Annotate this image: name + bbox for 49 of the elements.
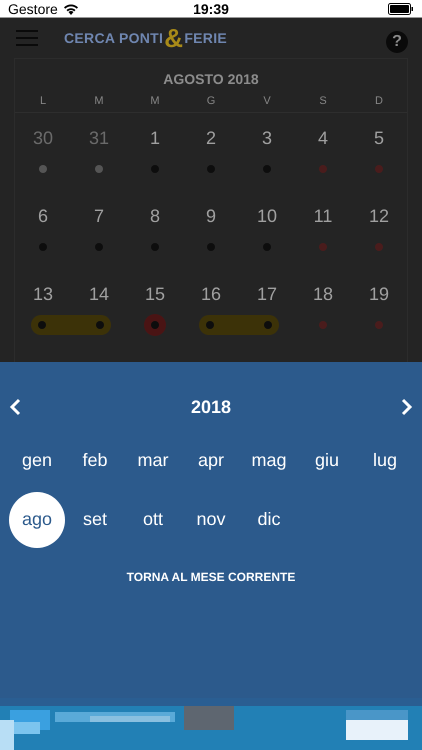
day-number[interactable]: 11 bbox=[314, 206, 332, 232]
day-number[interactable]: 7 bbox=[94, 206, 104, 232]
day-number[interactable]: 18 bbox=[312, 284, 334, 310]
month-option[interactable]: dic bbox=[241, 492, 297, 548]
month-option[interactable]: gen bbox=[9, 432, 65, 488]
day-number[interactable]: 17 bbox=[256, 284, 278, 310]
weekday-label: L bbox=[38, 95, 48, 107]
day-number[interactable]: 8 bbox=[150, 206, 160, 232]
help-button[interactable]: ? bbox=[386, 31, 408, 54]
current-month-button[interactable]: TORNA AL MESE CORRENTE bbox=[120, 569, 302, 585]
weekday-label: D bbox=[374, 95, 384, 107]
battery-icon bbox=[388, 2, 414, 15]
month-option[interactable]: nov bbox=[183, 492, 239, 548]
logo-ampersand: & bbox=[164, 25, 184, 52]
day-number[interactable]: 5 bbox=[374, 128, 384, 154]
logo-text: CERCA PONTI bbox=[64, 30, 164, 46]
weekday-label: S bbox=[318, 95, 328, 107]
day-number[interactable]: 2 bbox=[206, 128, 216, 154]
day-number[interactable]: 10 bbox=[256, 206, 278, 232]
month-option[interactable]: ott bbox=[125, 492, 181, 548]
clock-time: 19:39 bbox=[193, 0, 229, 17]
month-option[interactable]: lug bbox=[357, 432, 413, 488]
year-label: 2018 bbox=[190, 396, 232, 418]
weekday-label: G bbox=[206, 95, 216, 107]
logo-text: FERIE bbox=[184, 30, 228, 46]
month-option[interactable]: apr bbox=[183, 432, 239, 488]
day-number[interactable]: 9 bbox=[206, 206, 216, 232]
weekday-label: M bbox=[93, 95, 105, 107]
weekday-label: V bbox=[262, 95, 272, 107]
day-number[interactable]: 4 bbox=[318, 128, 328, 154]
day-number[interactable]: 15 bbox=[144, 284, 166, 310]
day-number[interactable]: 13 bbox=[32, 284, 54, 310]
month-option[interactable]: feb bbox=[67, 432, 123, 488]
month-option[interactable]: giu bbox=[299, 432, 355, 488]
day-number[interactable]: 6 bbox=[38, 206, 48, 232]
month-option[interactable]: mar bbox=[125, 432, 181, 488]
month-title: AGOSTO 2018 bbox=[162, 70, 260, 89]
weekday-label: M bbox=[149, 95, 161, 107]
month-option[interactable]: ago bbox=[9, 492, 65, 548]
day-number[interactable]: 3 bbox=[262, 128, 272, 154]
month-option[interactable]: set bbox=[67, 492, 123, 548]
month-option[interactable]: mag bbox=[241, 432, 297, 488]
day-number[interactable]: 16 bbox=[200, 284, 222, 310]
carrier-name: Gestore bbox=[8, 0, 58, 17]
day-number[interactable]: 12 bbox=[368, 206, 390, 232]
day-number[interactable]: 14 bbox=[88, 284, 110, 310]
wifi-icon bbox=[62, 2, 79, 15]
day-number[interactable]: 1 bbox=[150, 128, 160, 154]
day-number[interactable]: 19 bbox=[368, 284, 390, 310]
